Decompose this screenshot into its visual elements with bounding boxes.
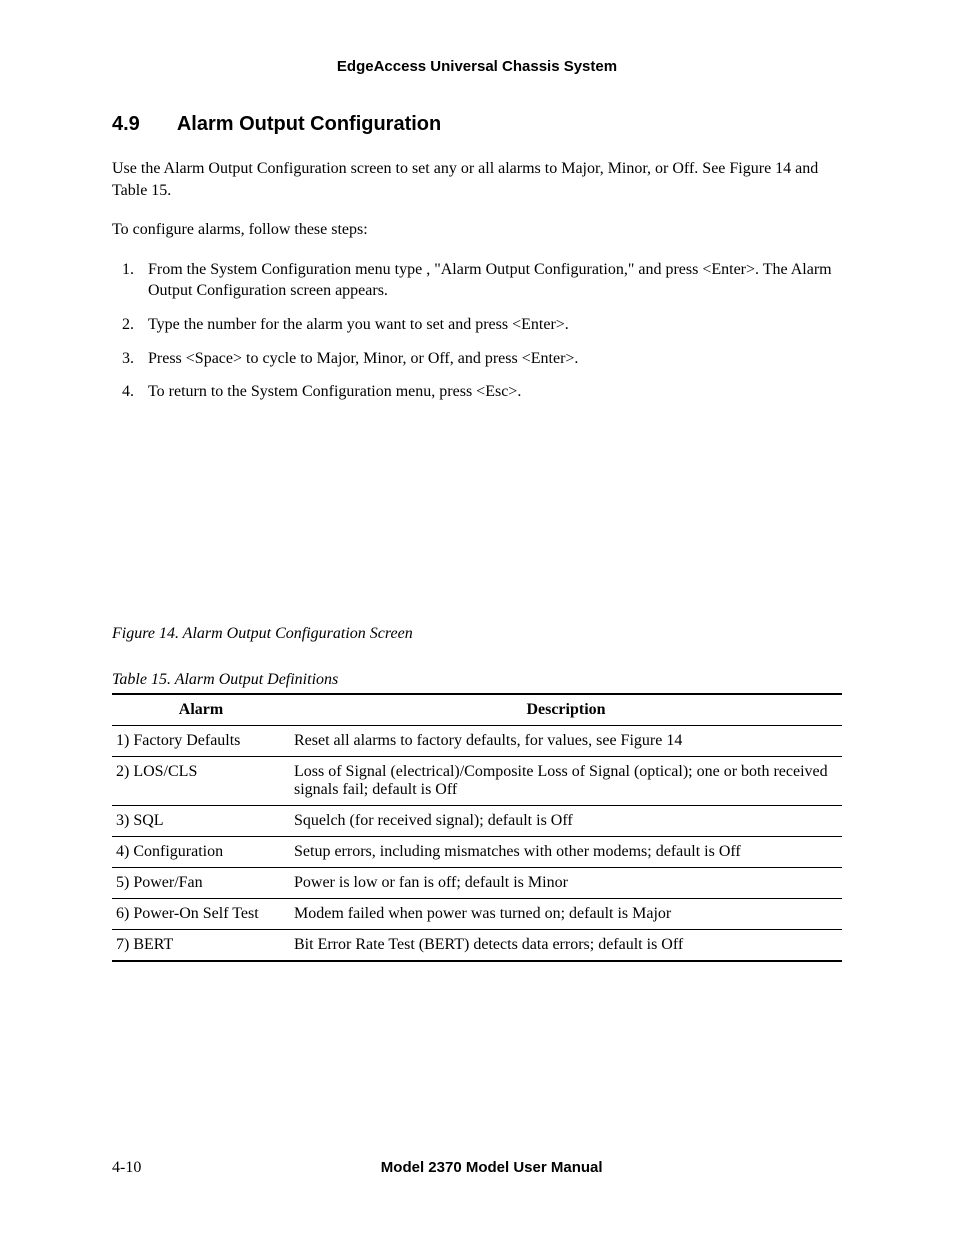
page-footer: 4-10 Model 2370 Model User Manual (112, 1159, 842, 1177)
step-item: From the System Configuration menu type … (138, 259, 842, 302)
lead-in-paragraph: To configure alarms, follow these steps: (112, 219, 842, 241)
table-row: 3) SQL Squelch (for received signal); de… (112, 805, 842, 836)
cell-alarm: 2) LOS/CLS (112, 756, 290, 805)
table-header-row: Alarm Description (112, 694, 842, 726)
cell-description: Squelch (for received signal); default i… (290, 805, 842, 836)
table-caption: Table 15. Alarm Output Definitions (112, 671, 842, 689)
cell-alarm: 3) SQL (112, 805, 290, 836)
step-item: Press <Space> to cycle to Major, Minor, … (138, 348, 842, 370)
manual-title: Model 2370 Model User Manual (112, 1159, 842, 1176)
table-header-alarm: Alarm (112, 694, 290, 726)
running-header: EdgeAccess Universal Chassis System (112, 58, 842, 75)
cell-description: Modem failed when power was turned on; d… (290, 898, 842, 929)
intro-paragraph: Use the Alarm Output Configuration scree… (112, 158, 842, 201)
cell-description: Reset all alarms to factory defaults, fo… (290, 725, 842, 756)
cell-alarm: 4) Configuration (112, 836, 290, 867)
alarm-definitions-table: Alarm Description 1) Factory Defaults Re… (112, 693, 842, 962)
table-header-description: Description (290, 694, 842, 726)
table-row: 7) BERT Bit Error Rate Test (BERT) detec… (112, 929, 842, 961)
cell-description: Bit Error Rate Test (BERT) detects data … (290, 929, 842, 961)
cell-description: Setup errors, including mismatches with … (290, 836, 842, 867)
page: EdgeAccess Universal Chassis System 4.9 … (0, 0, 954, 1235)
table-row: 1) Factory Defaults Reset all alarms to … (112, 725, 842, 756)
section-heading: 4.9 Alarm Output Configuration (112, 113, 842, 136)
cell-description: Loss of Signal (electrical)/Composite Lo… (290, 756, 842, 805)
cell-alarm: 5) Power/Fan (112, 867, 290, 898)
cell-alarm: 1) Factory Defaults (112, 725, 290, 756)
steps-list: From the System Configuration menu type … (112, 259, 842, 403)
cell-alarm: 7) BERT (112, 929, 290, 961)
table-row: 6) Power-On Self Test Modem failed when … (112, 898, 842, 929)
figure-caption: Figure 14. Alarm Output Configuration Sc… (112, 625, 842, 643)
step-item: To return to the System Configuration me… (138, 381, 842, 403)
table-row: 5) Power/Fan Power is low or fan is off;… (112, 867, 842, 898)
page-number: 4-10 (112, 1159, 141, 1177)
figure-placeholder (112, 415, 842, 625)
table-row: 4) Configuration Setup errors, including… (112, 836, 842, 867)
section-title: Alarm Output Configuration (177, 113, 441, 135)
table-row: 2) LOS/CLS Loss of Signal (electrical)/C… (112, 756, 842, 805)
cell-alarm: 6) Power-On Self Test (112, 898, 290, 929)
step-item: Type the number for the alarm you want t… (138, 314, 842, 336)
cell-description: Power is low or fan is off; default is M… (290, 867, 842, 898)
section-number: 4.9 (112, 113, 172, 136)
